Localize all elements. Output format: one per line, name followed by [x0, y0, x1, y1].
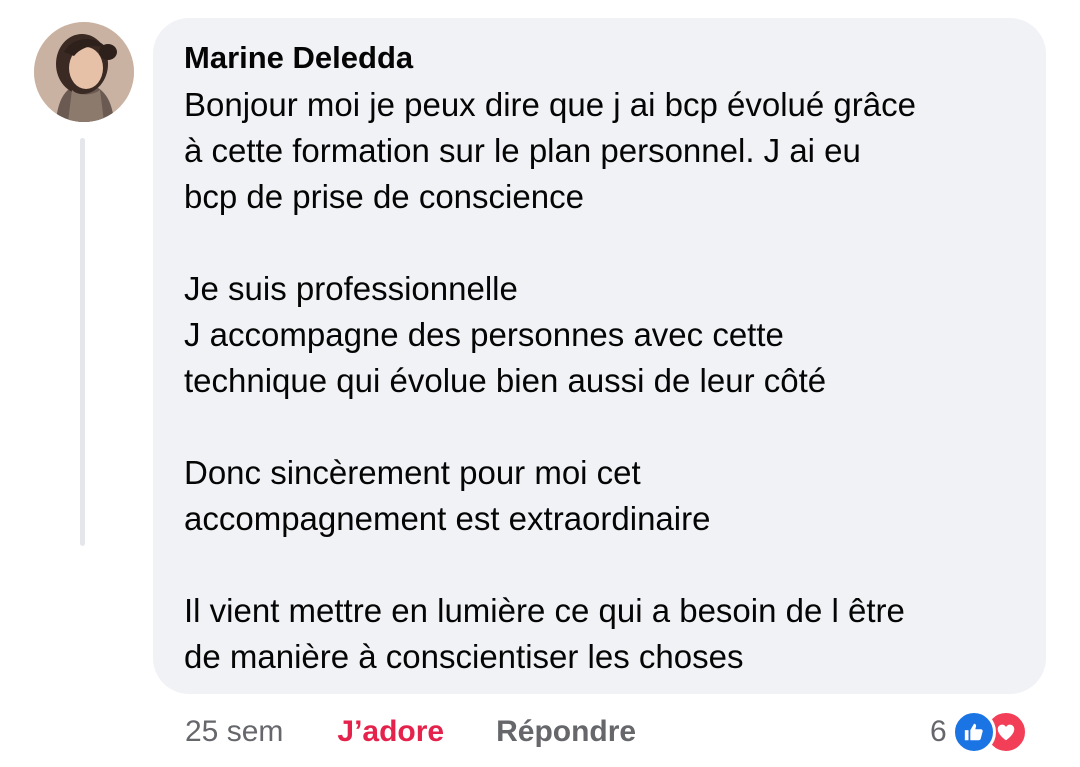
comment-line: accompagnement est extraordinaire	[184, 500, 711, 537]
avatar[interactable]	[34, 22, 134, 122]
comment-bubble: Marine Deledda Bonjour moi je peux dire …	[153, 18, 1046, 694]
comment-line: de manière à conscientiser les choses	[184, 638, 744, 675]
comment-author[interactable]: Marine Deledda	[184, 38, 1016, 78]
thread-line	[80, 138, 85, 546]
reaction-button[interactable]: J’adore	[337, 715, 444, 749]
comment-line: Je suis professionnelle	[184, 270, 518, 307]
comment-line: technique qui évolue bien aussi de leur …	[184, 362, 827, 399]
comment-line: J accompagne des personnes avec cette	[184, 316, 784, 353]
comment-line: Donc sincèrement pour moi cet	[184, 454, 641, 491]
avatar-photo	[34, 22, 134, 122]
reaction-count: 6	[930, 715, 947, 748]
like-icon	[951, 710, 996, 754]
reply-button[interactable]: Répondre	[496, 715, 636, 749]
reaction-summary[interactable]: 6	[930, 710, 1028, 754]
comment-body: Bonjour moi je peux dire que j ai bcp év…	[184, 82, 1016, 680]
comment-actions: 25 sem J’adore Répondre	[185, 710, 636, 754]
comment-line: Bonjour moi je peux dire que j ai bcp év…	[184, 86, 916, 123]
comment-line: à cette formation sur le plan personnel.…	[184, 132, 861, 169]
comment-line: Il vient mettre en lumière ce qui a beso…	[184, 592, 905, 629]
comment-line: bcp de prise de conscience	[184, 178, 584, 215]
comment-timestamp[interactable]: 25 sem	[185, 715, 283, 749]
